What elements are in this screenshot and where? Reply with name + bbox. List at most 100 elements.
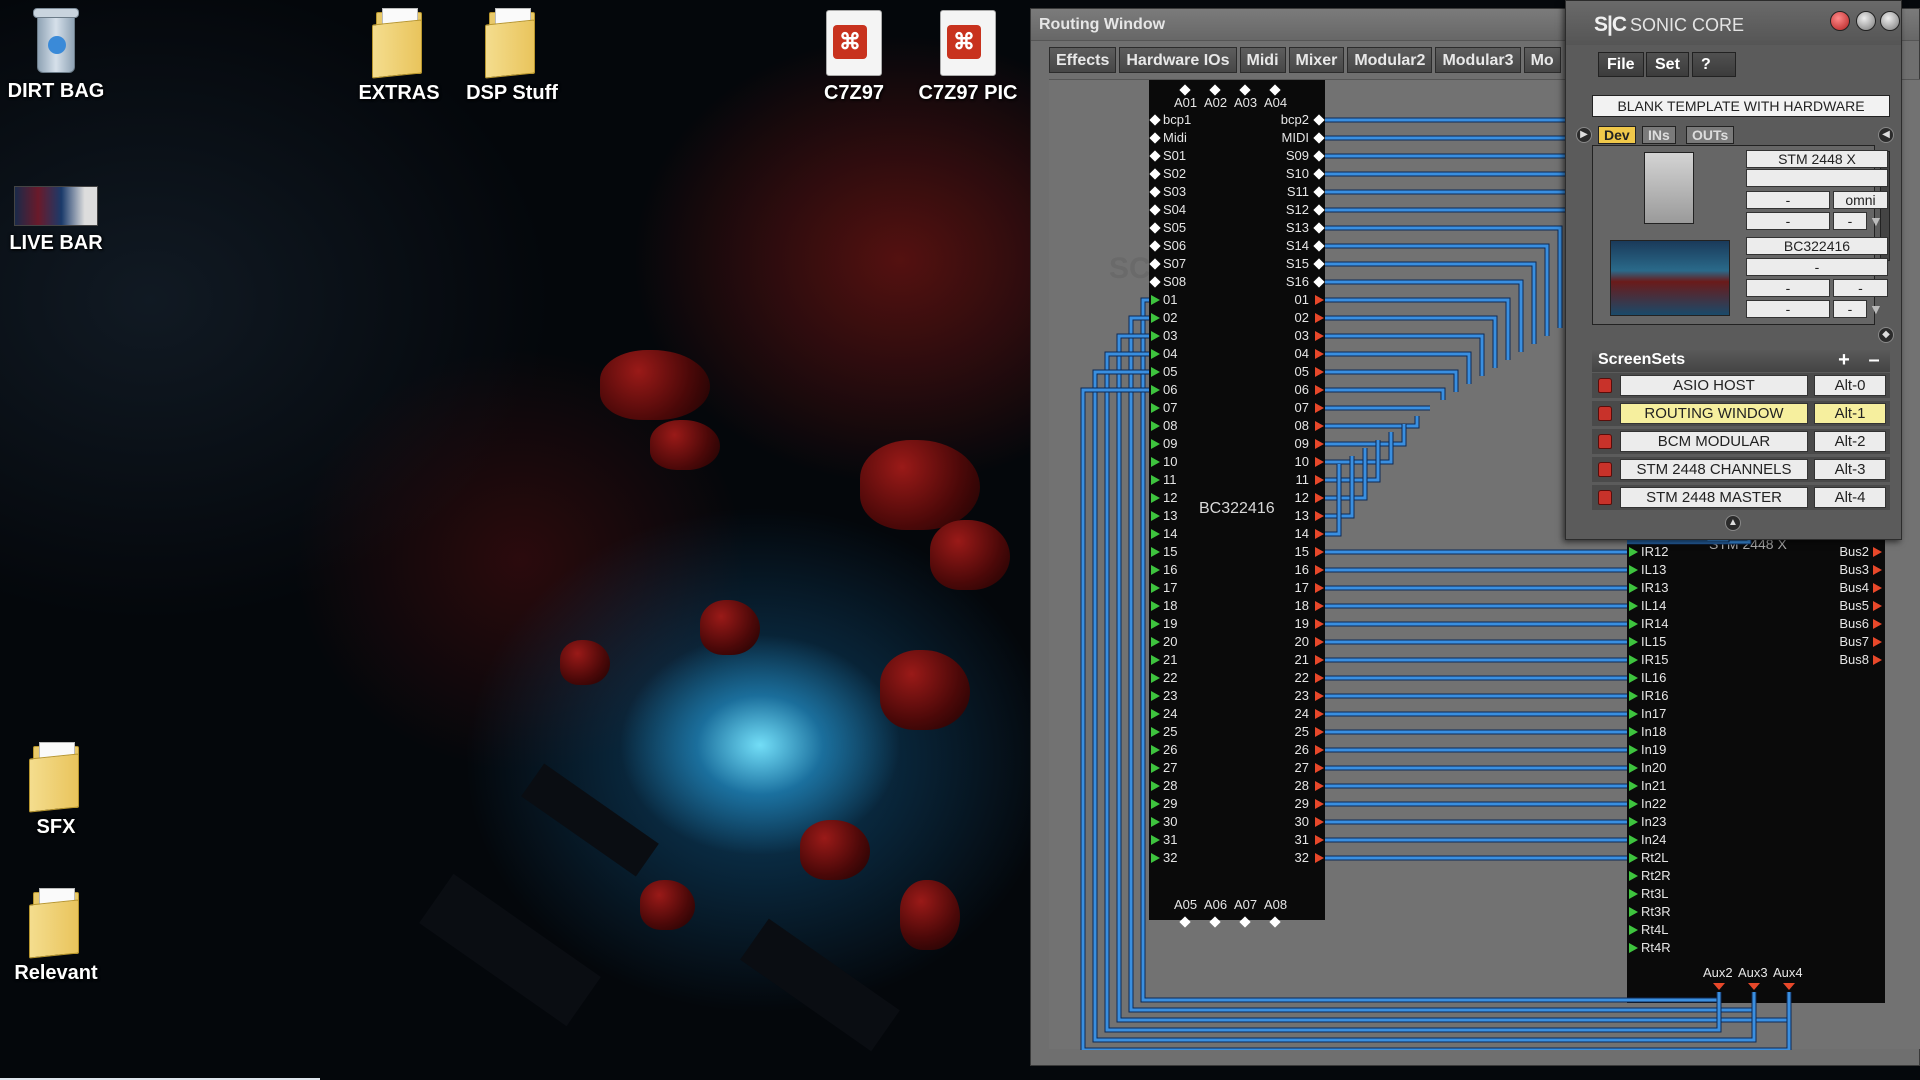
- output-port-icon[interactable]: [1315, 565, 1324, 575]
- bc-left-port[interactable]: 27: [1163, 761, 1177, 775]
- bc-right-port[interactable]: S09: [1263, 149, 1309, 163]
- port-diamond-icon[interactable]: [1239, 916, 1251, 928]
- screenset-shortcut[interactable]: Alt-0: [1814, 375, 1886, 396]
- bc-right-port[interactable]: 01: [1263, 293, 1309, 307]
- lock-icon[interactable]: [1598, 378, 1612, 393]
- bc-left-port[interactable]: 19: [1163, 617, 1177, 631]
- bc-left-port[interactable]: 30: [1163, 815, 1177, 829]
- output-port-icon[interactable]: [1315, 493, 1324, 503]
- input-port-icon[interactable]: [1151, 619, 1160, 629]
- arrow-left-icon[interactable]: ◀: [1878, 127, 1894, 143]
- output-port-icon[interactable]: [1315, 601, 1324, 611]
- bc-right-port[interactable]: 03: [1263, 329, 1309, 343]
- stm-output-port[interactable]: Bus5: [1823, 599, 1869, 613]
- device-name-field[interactable]: BC322416: [1746, 237, 1888, 255]
- bc-top-port[interactable]: A03: [1234, 96, 1257, 110]
- tab-modular2[interactable]: Modular2: [1347, 47, 1433, 73]
- stm-output-port[interactable]: Bus4: [1823, 581, 1869, 595]
- tab-dev[interactable]: Dev: [1598, 126, 1636, 144]
- stm-input-port[interactable]: IR16: [1641, 689, 1668, 703]
- stm-input-port[interactable]: In17: [1641, 707, 1666, 721]
- port-diamond-icon[interactable]: [1313, 186, 1325, 198]
- routing-wire[interactable]: [1325, 388, 1445, 400]
- bc-right-port[interactable]: 27: [1263, 761, 1309, 775]
- stm-input-port[interactable]: In18: [1641, 725, 1666, 739]
- output-port-icon[interactable]: [1315, 403, 1324, 413]
- stm-aux-port[interactable]: Aux4: [1773, 966, 1803, 980]
- port-diamond-icon[interactable]: [1209, 916, 1221, 928]
- bc-right-port[interactable]: 15: [1263, 545, 1309, 559]
- sonic-core-window[interactable]: S|C SONIC CORE File Set ? BLANK TEMPLATE…: [1565, 0, 1902, 540]
- port-diamond-icon[interactable]: [1313, 150, 1325, 162]
- desktop-icon-relevant[interactable]: Relevant: [0, 888, 116, 985]
- input-port-icon[interactable]: [1151, 313, 1160, 323]
- bc-right-port[interactable]: 12: [1263, 491, 1309, 505]
- output-port-icon[interactable]: [1315, 655, 1324, 665]
- stm-input-port[interactable]: Rt3R: [1641, 905, 1671, 919]
- output-port-icon[interactable]: [1315, 367, 1324, 377]
- maximize-icon[interactable]: [1856, 11, 1876, 31]
- output-port-icon[interactable]: [1873, 583, 1882, 593]
- lock-icon[interactable]: [1598, 434, 1612, 449]
- output-port-icon[interactable]: [1315, 583, 1324, 593]
- bc-right-port[interactable]: 07: [1263, 401, 1309, 415]
- stm-input-port[interactable]: IR14: [1641, 617, 1668, 631]
- bc-right-port[interactable]: 32: [1263, 851, 1309, 865]
- input-port-icon[interactable]: [1629, 871, 1638, 881]
- bc-left-port[interactable]: S03: [1163, 185, 1186, 199]
- device-field[interactable]: -: [1833, 279, 1888, 297]
- port-diamond-icon[interactable]: [1149, 114, 1161, 126]
- bc-left-port[interactable]: 11: [1163, 473, 1177, 487]
- bc-left-port[interactable]: S06: [1163, 239, 1186, 253]
- input-port-icon[interactable]: [1151, 547, 1160, 557]
- port-diamond-icon[interactable]: [1269, 916, 1281, 928]
- output-port-icon[interactable]: [1783, 983, 1795, 990]
- menu-file[interactable]: File: [1598, 52, 1644, 77]
- input-port-icon[interactable]: [1151, 637, 1160, 647]
- bc-right-port[interactable]: 17: [1263, 581, 1309, 595]
- bc-right-port[interactable]: 11: [1263, 473, 1310, 487]
- bc-left-port[interactable]: 31: [1163, 833, 1177, 847]
- collapse-arrow-icon[interactable]: ▲: [1725, 515, 1741, 531]
- output-port-icon[interactable]: [1873, 547, 1882, 557]
- device-field[interactable]: -: [1746, 258, 1888, 276]
- input-port-icon[interactable]: [1629, 835, 1638, 845]
- bc-left-port[interactable]: S04: [1163, 203, 1186, 217]
- stm-input-port[interactable]: Rt2L: [1641, 851, 1668, 865]
- device-field[interactable]: -: [1833, 212, 1867, 230]
- input-port-icon[interactable]: [1151, 439, 1160, 449]
- bc-left-port[interactable]: 02: [1163, 311, 1177, 325]
- bc-left-port[interactable]: 16: [1163, 563, 1177, 577]
- bc-bottom-port[interactable]: A06: [1204, 898, 1227, 912]
- bc-left-port[interactable]: S05: [1163, 221, 1186, 235]
- input-port-icon[interactable]: [1629, 601, 1638, 611]
- bc-right-port[interactable]: S11: [1263, 185, 1309, 199]
- stm-input-port[interactable]: IL14: [1641, 599, 1666, 613]
- screenset-name[interactable]: ROUTING WINDOW: [1620, 403, 1808, 424]
- bc-left-port[interactable]: 22: [1163, 671, 1177, 685]
- screenset-row[interactable]: BCM MODULAR Alt-2: [1592, 429, 1890, 454]
- desktop-icon-extras[interactable]: EXTRAS: [339, 8, 459, 105]
- screenset-shortcut[interactable]: Alt-2: [1814, 431, 1886, 452]
- stm-aux-port[interactable]: Aux2: [1703, 966, 1733, 980]
- tab-effects[interactable]: Effects: [1049, 47, 1117, 73]
- bc-left-port[interactable]: S07: [1163, 257, 1186, 271]
- stm-output-port[interactable]: Bus7: [1823, 635, 1869, 649]
- port-diamond-icon[interactable]: [1149, 186, 1161, 198]
- output-port-icon[interactable]: [1873, 655, 1882, 665]
- port-diamond-icon[interactable]: [1149, 240, 1161, 252]
- bc-left-port[interactable]: 20: [1163, 635, 1177, 649]
- input-port-icon[interactable]: [1151, 835, 1160, 845]
- port-diamond-icon[interactable]: [1313, 276, 1325, 288]
- input-port-icon[interactable]: [1629, 673, 1638, 683]
- device-field[interactable]: -: [1746, 191, 1830, 209]
- port-diamond-icon[interactable]: [1313, 240, 1325, 252]
- bc-right-port[interactable]: bcp2: [1263, 113, 1309, 127]
- port-diamond-icon[interactable]: [1149, 132, 1161, 144]
- input-port-icon[interactable]: [1151, 655, 1160, 665]
- bc-left-port[interactable]: 26: [1163, 743, 1177, 757]
- bc-left-port[interactable]: 18: [1163, 599, 1177, 613]
- screenset-row[interactable]: STM 2448 MASTER Alt-4: [1592, 485, 1890, 510]
- lock-icon[interactable]: [1598, 462, 1612, 477]
- bc-right-port[interactable]: S16: [1263, 275, 1309, 289]
